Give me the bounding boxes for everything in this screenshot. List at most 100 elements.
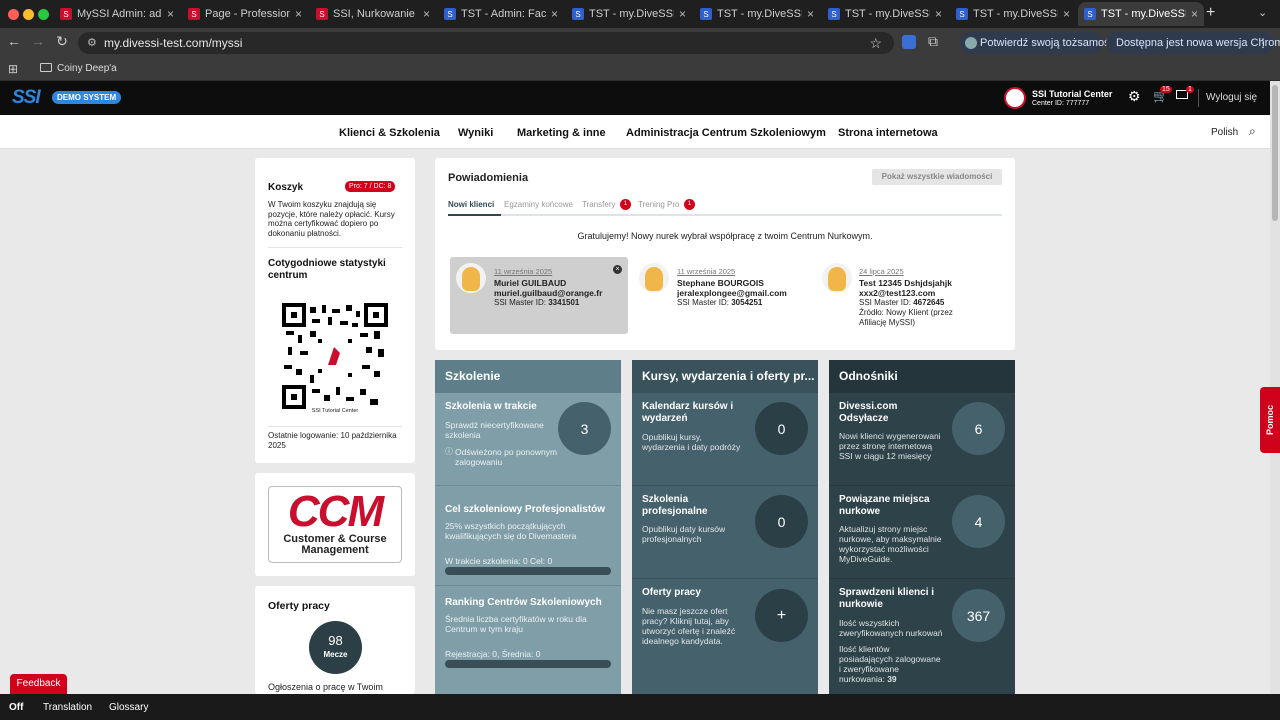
- tile-item-linked-dive-sites[interactable]: Powiązane miejsca nurkowe Aktualizuj str…: [829, 486, 1015, 579]
- tab-close-icon[interactable]: ×: [807, 7, 814, 21]
- tile-item-center-ranking[interactable]: Ranking Centrów Szkoleniowych Średnia li…: [435, 586, 621, 694]
- browser-tab[interactable]: SPage - Professional P×: [182, 2, 308, 26]
- language-selector[interactable]: Polish: [1211, 127, 1238, 138]
- tile-item-pro-training-goal[interactable]: Cel szkoleniowy Profesjonalistów 25% wsz…: [435, 486, 621, 586]
- chrome-update-button[interactable]: Dostępna jest nowa wersja Chrome ⋮: [1106, 32, 1280, 54]
- jobs-matches-circle[interactable]: 98 Mecze: [309, 621, 362, 674]
- tile-item-verified-divers[interactable]: Sprawdzeni klienci i nurkowie Ilość wszy…: [829, 579, 1015, 694]
- client-email[interactable]: muriel.guilbaud@orange.fr: [494, 288, 602, 298]
- add-job-offer-button[interactable]: +: [755, 589, 808, 642]
- window-close-icon[interactable]: [8, 9, 19, 20]
- tab-pro-training[interactable]: Trening Pro: [638, 200, 680, 209]
- settings-gear-icon[interactable]: ⚙: [1128, 88, 1141, 105]
- tab-transfers[interactable]: Transfery: [582, 200, 616, 209]
- tab-close-icon[interactable]: ×: [679, 7, 686, 21]
- browser-tab[interactable]: STST - Admin: Facilitie×: [438, 2, 564, 26]
- tab-close-icon[interactable]: ×: [167, 7, 174, 21]
- browser-tab[interactable]: STST - my.DiveSSI.co×: [566, 2, 692, 26]
- logout-link[interactable]: Wyloguj się: [1206, 92, 1257, 103]
- client-name[interactable]: Test 12345 Dshjdsjahjk: [859, 278, 952, 288]
- client-name[interactable]: Stephane BOURGOIS: [677, 278, 764, 288]
- bookmark-folder[interactable]: Coiny Deep'a: [57, 63, 117, 74]
- nav-clients-training[interactable]: Klienci & Szkolenia: [339, 127, 440, 139]
- window-zoom-icon[interactable]: [38, 9, 49, 20]
- tile-item-trainings-in-progress[interactable]: Szkolenia w trakcie Sprawdź niecertyfiko…: [435, 393, 621, 486]
- center-avatar[interactable]: [1004, 87, 1026, 109]
- tab-close-icon[interactable]: ×: [423, 7, 430, 21]
- client-email[interactable]: jeralexplongee@gmail.com: [677, 288, 787, 298]
- translation-button[interactable]: Translation: [43, 702, 92, 713]
- nav-website[interactable]: Strona internetowa: [838, 127, 938, 139]
- client-card[interactable]: 24 lipca 2025 Test 12345 Dshjdsjahjk xxx…: [816, 257, 1002, 334]
- client-email[interactable]: xxx2@test123.com: [859, 288, 935, 298]
- browser-tab[interactable]: SSSI, Nurkowanie rekr×: [310, 2, 436, 26]
- verify-identity-button[interactable]: Potwierdź swoją tożsamość: [960, 32, 1115, 54]
- translation-toggle-off[interactable]: Off: [9, 702, 23, 713]
- notifications-card: Powiadomienia Pokaż wszystkie wiadomości…: [435, 158, 1015, 350]
- tile-item-pro-trainings[interactable]: Szkolenia profesjonalne Opublikuj daty k…: [632, 486, 818, 579]
- translate-extension-icon[interactable]: [902, 35, 916, 49]
- back-arrow-icon[interactable]: ←: [4, 33, 24, 49]
- count-circle[interactable]: 0: [755, 495, 808, 548]
- nav-results[interactable]: Wyniki: [458, 127, 493, 139]
- tab-close-icon[interactable]: ×: [1063, 7, 1070, 21]
- nav-center-admin[interactable]: Administracja Centrum Szkoleniowym: [626, 127, 826, 139]
- qr-code[interactable]: [282, 303, 388, 409]
- site-settings-icon[interactable]: ⚙: [87, 32, 97, 54]
- tab-new-clients[interactable]: Nowi klienci: [448, 200, 494, 209]
- ccm-logo[interactable]: CCM Customer & Course Management: [268, 486, 402, 563]
- courses-tile-title: Kursy, wydarzenia i oferty pr...: [632, 360, 818, 393]
- bookmarks-bar: ⊞ Coiny Deep'a: [0, 58, 1280, 81]
- show-all-messages-button[interactable]: Pokaż wszystkie wiadomości: [872, 169, 1002, 185]
- ssi-favicon-icon: S: [1084, 8, 1096, 20]
- count-circle[interactable]: 367: [952, 589, 1005, 642]
- browser-tab[interactable]: STST - my.DiveSSI.co×: [694, 2, 820, 26]
- help-tab[interactable]: Pomoc: [1260, 387, 1280, 453]
- url-text: my.divessi-test.com/myssi: [104, 36, 243, 50]
- browser-tab[interactable]: SMySSI Admin: admin×: [54, 2, 180, 26]
- ssi-logo[interactable]: SSI: [12, 87, 41, 109]
- tab-close-icon[interactable]: ×: [1191, 7, 1198, 21]
- tab-close-icon[interactable]: ×: [551, 7, 558, 21]
- menu-dots-icon[interactable]: ⋮: [1257, 32, 1269, 54]
- browser-tab[interactable]: STST - my.DiveSSI.co×: [822, 2, 948, 26]
- transfers-count-badge: 1: [620, 199, 631, 210]
- count-circle[interactable]: 4: [952, 495, 1005, 548]
- apps-grid-icon[interactable]: ⊞: [8, 62, 18, 76]
- window-minimize-icon[interactable]: [23, 9, 34, 20]
- tab-close-icon[interactable]: ×: [935, 7, 942, 21]
- browser-tab[interactable]: STST - my.DiveSSI.co×: [950, 2, 1076, 26]
- tile-item-divessi-referrals[interactable]: Divessi.com Odsyłacze Nowi klienci wygen…: [829, 393, 1015, 486]
- reload-icon[interactable]: ↻: [52, 33, 72, 50]
- header-divider: [1198, 89, 1199, 107]
- extensions-puzzle-icon[interactable]: ⧉: [928, 33, 938, 50]
- client-name[interactable]: Muriel GUILBAUD: [494, 278, 566, 288]
- count-circle[interactable]: 0: [755, 402, 808, 455]
- tab-final-exams[interactable]: Egzaminy końcowe: [504, 200, 573, 209]
- address-bar[interactable]: ⚙ my.divessi-test.com/myssi ☆: [78, 32, 894, 54]
- tab-close-icon[interactable]: ×: [295, 7, 302, 21]
- ccm-card[interactable]: CCM Customer & Course Management: [255, 473, 415, 576]
- feedback-button[interactable]: Feedback: [10, 674, 67, 694]
- center-name[interactable]: SSI Tutorial Center: [1032, 89, 1112, 99]
- browser-tab-bar: SMySSI Admin: admin× SPage - Professiona…: [0, 0, 1280, 28]
- browser-tab-active[interactable]: STST - my.DiveSSI.co×: [1078, 2, 1204, 26]
- dismiss-close-icon[interactable]: ×: [613, 265, 622, 274]
- forward-arrow-icon[interactable]: →: [28, 33, 48, 49]
- tile-item-job-offers[interactable]: Oferty pracy Nie masz jeszcze ofert prac…: [632, 579, 818, 694]
- tab-search-icon[interactable]: ⌄: [1258, 6, 1267, 19]
- client-card[interactable]: 11 września 2025 Muriel GUILBAUD muriel.…: [450, 257, 628, 334]
- cart-badge[interactable]: Pro: 7 / DC: 8: [345, 181, 396, 192]
- notifications-title: Powiadomienia: [448, 172, 529, 184]
- tile-item-course-calendar[interactable]: Kalendarz kursów i wydarzeń Opublikuj ku…: [632, 393, 818, 486]
- scrollbar-thumb[interactable]: [1272, 85, 1278, 221]
- nav-marketing[interactable]: Marketing & inne: [517, 127, 606, 139]
- new-tab-icon[interactable]: +: [1206, 4, 1215, 22]
- count-circle[interactable]: 3: [558, 402, 611, 455]
- count-circle[interactable]: 6: [952, 402, 1005, 455]
- search-icon[interactable]: ⌕: [1249, 124, 1256, 139]
- glossary-button[interactable]: Glossary: [109, 702, 148, 713]
- profile-avatar-icon: [965, 37, 977, 49]
- client-card[interactable]: 11 września 2025 Stephane BOURGOIS jeral…: [633, 257, 811, 334]
- bookmark-star-icon[interactable]: ☆: [869, 32, 882, 54]
